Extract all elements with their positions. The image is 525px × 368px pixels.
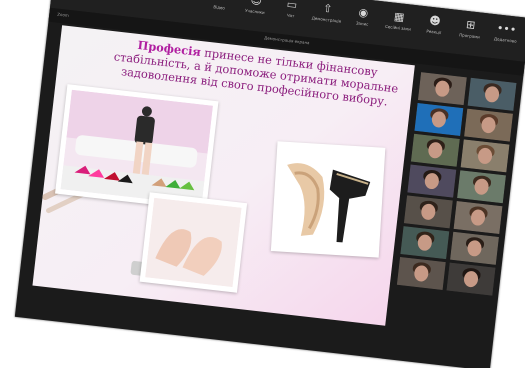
participant-tile[interactable] <box>396 256 446 290</box>
participant-tile[interactable] <box>446 262 496 296</box>
screenshot-stage: ▬Відео☺Учасники▭Чат⇧Демонстрація◉Запис▦С… <box>0 0 525 368</box>
participant-tile[interactable] <box>410 133 460 167</box>
participant-tile[interactable] <box>400 226 450 260</box>
participant-tile[interactable] <box>450 231 499 265</box>
toolbar-more-button[interactable]: ••• Додатково <box>486 20 525 58</box>
woman-shoes-image <box>60 89 213 206</box>
participant-tile[interactable] <box>457 170 506 204</box>
zoom-window: ▬Відео☺Учасники▭Чат⇧Демонстрація◉Запис▦С… <box>14 0 525 368</box>
participant-tile[interactable] <box>460 139 510 173</box>
participant-tile[interactable] <box>403 195 453 229</box>
toolbar-record-button[interactable]: ◉ Запис <box>343 3 383 41</box>
photo-feet <box>139 192 248 293</box>
participant-tile[interactable] <box>464 108 513 142</box>
heel-xray-image <box>276 146 381 253</box>
participant-tile[interactable] <box>407 164 457 198</box>
participant-tile[interactable] <box>414 102 464 136</box>
shared-slide: Професія принесе не тільки фінансову ста… <box>32 25 415 326</box>
participants-gallery <box>396 72 518 296</box>
toolbar-share-button[interactable]: ⇧ Демонстрація <box>307 0 347 37</box>
toolbar-apps-button[interactable]: ⊞ Програми <box>450 15 490 53</box>
photo-heel-xray <box>270 141 386 258</box>
participant-tile[interactable] <box>417 72 467 106</box>
participant-tile[interactable] <box>467 77 517 111</box>
toolbar-chat-button[interactable]: ▭ Чат <box>271 0 311 33</box>
feet-image <box>145 197 242 288</box>
photo-woman-shoes <box>55 84 219 211</box>
toolbar-video-button[interactable]: ▬Відео <box>200 0 240 25</box>
participant-tile[interactable] <box>453 201 503 235</box>
toolbar-participants-button[interactable]: ☺ Учасники <box>235 0 275 29</box>
toolbar-breakout-button[interactable]: ▦ Сесійні зали <box>378 7 418 45</box>
toolbar-reactions-button[interactable]: ☻ Реакції <box>414 11 454 49</box>
